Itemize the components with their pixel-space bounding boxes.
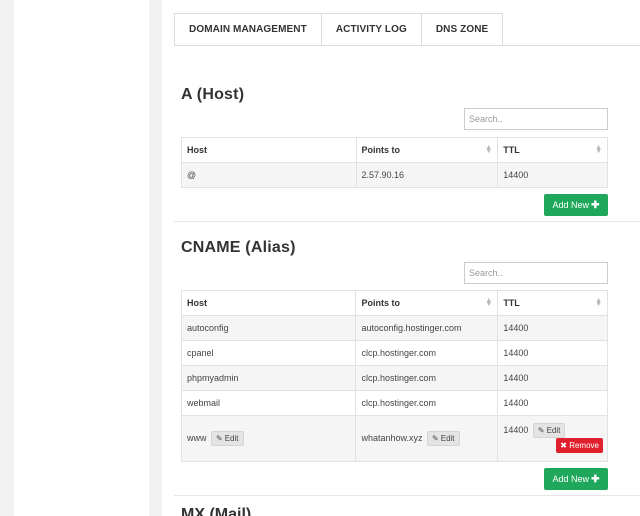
tab-domain-management[interactable]: DOMAIN MANAGEMENT (174, 13, 321, 46)
points-to-cell: clcp.hostinger.com (355, 390, 499, 416)
tab-bar-underline (174, 45, 640, 46)
ttl-cell: 14400 (497, 315, 608, 341)
host-value: www (187, 432, 207, 443)
section-divider (174, 221, 640, 222)
host-cell: autoconfig (180, 315, 357, 341)
ttl-value: 14400 (503, 424, 529, 435)
pencil-square-icon: ✎ (216, 434, 223, 443)
cname-search-input[interactable] (464, 262, 608, 284)
table-header-row: Host Points to ▲ ▼ TTL ▲ ▼ (181, 137, 608, 163)
column-header-host[interactable]: Host (181, 137, 357, 163)
tab-dns-zone[interactable]: DNS ZONE (420, 13, 504, 46)
points-to-cell: autoconfig.hostinger.com (355, 315, 499, 341)
x-icon: ✖ (560, 441, 567, 450)
column-header-ttl[interactable]: TTL ▲ ▼ (497, 290, 608, 316)
table-row: autoconfig autoconfig.hostinger.com 1440… (180, 315, 608, 341)
tab-bar: DOMAIN MANAGEMENT ACTIVITY LOG DNS ZONE (174, 13, 504, 46)
edit-points-to-button[interactable]: ✎ Edit (427, 431, 460, 446)
a-record-table: Host Points to ▲ ▼ TTL ▲ ▼ @ 2.57.90.16 1440… (181, 137, 608, 188)
section-title-mx: MX (Mail) (181, 506, 252, 516)
edit-host-button[interactable]: ✎ Edit (211, 431, 244, 446)
tab-activity-log[interactable]: ACTIVITY LOG (320, 13, 421, 46)
ttl-cell: 14400 ✎ Edit ✖ Remove (497, 415, 608, 462)
column-header-host[interactable]: Host (180, 290, 357, 316)
a-record-search-input[interactable] (464, 108, 608, 130)
edit-ttl-button[interactable]: ✎ Edit (532, 423, 566, 438)
table-row: phpmyadmin clcp.hostinger.com 14400 (180, 365, 608, 391)
remove-record-button[interactable]: ✖ Remove (556, 438, 603, 453)
pencil-square-icon: ✎ (537, 426, 545, 435)
points-to-cell: 2.57.90.16 (355, 162, 499, 188)
cname-record-section: CNAME (Alias) Host Points to▲▼ TTL▲▼ aut… (180, 239, 608, 494)
column-header-ttl[interactable]: TTL ▲ ▼ (497, 137, 608, 163)
cname-add-new-button[interactable]: Add New ✚ (544, 468, 608, 490)
host-cell: www ✎ Edit (180, 415, 357, 462)
plus-icon: ✚ (591, 473, 600, 485)
a-record-add-new-button[interactable]: Add New ✚ (544, 194, 608, 216)
sort-arrows-icon: ▲ ▼ (595, 297, 602, 308)
section-title-cname: CNAME (Alias) (181, 239, 296, 256)
host-cell: webmail (180, 390, 357, 416)
ttl-cell: 14400 (497, 162, 608, 188)
ttl-cell: 14400 (497, 365, 608, 391)
section-divider (174, 495, 640, 496)
host-cell: cpanel (180, 340, 357, 366)
main-content: DOMAIN MANAGEMENT ACTIVITY LOG DNS ZONE … (162, 0, 640, 516)
section-title-a: A (Host) (181, 86, 245, 103)
sort-arrows-icon: ▲ ▼ (485, 297, 493, 308)
points-to-cell: clcp.hostinger.com (355, 340, 499, 366)
table-row: webmail clcp.hostinger.com 14400 (180, 390, 608, 416)
ttl-cell: 14400 (497, 390, 608, 416)
table-row: cpanel clcp.hostinger.com 14400 (180, 340, 608, 366)
pencil-square-icon: ✎ (432, 434, 439, 443)
points-to-cell: clcp.hostinger.com (355, 365, 499, 391)
table-header-row: Host Points to ▲ ▼ TTL ▲ ▼ (180, 290, 608, 316)
left-sidebar-panel (14, 0, 149, 516)
sort-arrows-icon: ▲ ▼ (595, 144, 602, 155)
column-header-points-to[interactable]: Points to ▲ ▼ (355, 137, 499, 163)
host-cell: phpmyadmin (180, 365, 357, 391)
points-to-cell: whatanhow.xyz ✎ Edit (355, 415, 499, 462)
ttl-cell: 14400 (497, 340, 608, 366)
a-record-section: A (Host) Host Points to▲▼ TTL▲▼ @ 2.57.9… (181, 86, 608, 216)
plus-icon: ✚ (591, 199, 600, 211)
sort-arrows-icon: ▲ ▼ (485, 144, 493, 155)
column-header-points-to[interactable]: Points to ▲ ▼ (355, 290, 499, 316)
table-row: @ 2.57.90.16 14400 (181, 162, 608, 188)
table-row-editing: www ✎ Edit whatanhow.xyz ✎ Edit 14400 ✎ Edi… (180, 415, 608, 462)
host-cell: @ (181, 162, 357, 188)
points-to-value: whatanhow.xyz (361, 432, 423, 443)
cname-record-table: Host Points to ▲ ▼ TTL ▲ ▼ autoconfig autoco… (180, 290, 608, 462)
